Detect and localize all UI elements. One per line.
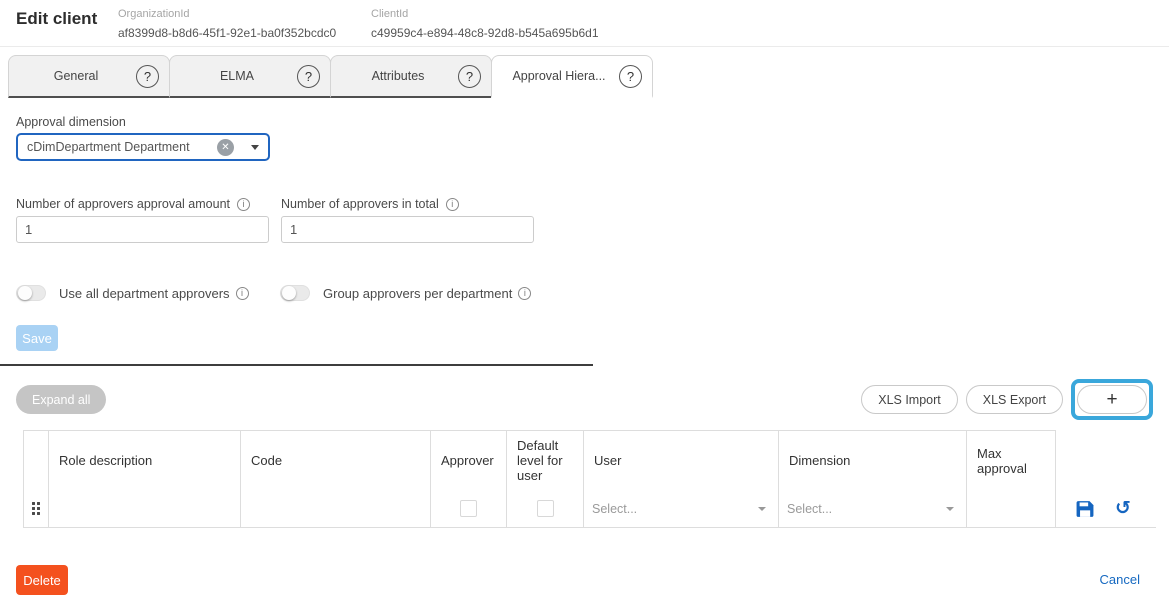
approvers-amount-label-text: Number of approvers approval amount [16,197,230,211]
user-select-placeholder: Select... [592,502,637,516]
approvers-total-label: Number of approvers in total i [281,197,534,211]
approvers-total-input[interactable] [281,216,534,243]
approvers-total-label-text: Number of approvers in total [281,197,439,211]
drag-cell [24,491,49,528]
table-toolbar: Expand all XLS Import XLS Export + [16,379,1153,420]
approval-dimension-value: cDimDepartment Department [27,140,190,154]
drag-handle-icon[interactable] [32,502,40,515]
undo-icon[interactable]: ↺ [1115,499,1131,518]
column-header-max-approval: Max approval [967,431,1056,491]
section-divider [0,364,593,366]
column-header-dimension: Dimension [779,431,967,491]
approvers-amount-field-group: Number of approvers approval amount i [16,197,269,243]
approver-cell [431,491,507,528]
clear-icon[interactable]: ✕ [217,139,234,156]
default-level-checkbox[interactable] [537,500,554,517]
info-icon[interactable]: i [446,198,459,211]
organization-id-value: af8399d8-b8d6-45f1-92e1-ba0f352bcdc0 [118,26,371,40]
organization-id-group: OrganizationId af8399d8-b8d6-45f1-92e1-b… [118,7,371,40]
chevron-down-icon [946,507,954,511]
tab-panel-approval-hierarchy: Approval dimension cDimDepartment Depart… [0,115,1169,528]
chevron-down-icon[interactable] [251,145,259,150]
tab-attributes[interactable]: Attributes ? [330,55,492,98]
approval-dimension-select[interactable]: cDimDepartment Department ✕ [16,133,270,161]
group-approvers-toggle[interactable] [280,285,310,301]
column-header-user: User [584,431,779,491]
organization-id-label: OrganizationId [118,8,371,20]
page-title: Edit client [16,7,118,29]
row-actions-cell: ↺ [1056,491,1156,528]
toolbar-right-group: XLS Import XLS Export + [861,379,1153,420]
approvers-amount-label: Number of approvers approval amount i [16,197,269,211]
max-approval-cell[interactable] [967,491,1056,528]
header-bar: Edit client OrganizationId af8399d8-b8d6… [0,0,1169,47]
add-row-button[interactable]: + [1077,385,1147,414]
tab-approval-hierarchy-label: Approval Hiera... [512,69,605,83]
expand-all-button[interactable]: Expand all [16,385,106,414]
column-header-default-level: Default level for user [507,431,584,491]
tab-general[interactable]: General ? [8,55,170,98]
info-icon[interactable]: i [518,287,531,300]
group-approvers-label: Group approvers per department i [323,286,531,301]
column-header-code: Code [241,431,431,491]
xls-import-button[interactable]: XLS Import [861,385,958,414]
use-all-approvers-toggle[interactable] [16,285,46,301]
chevron-down-icon [758,507,766,511]
cancel-link[interactable]: Cancel [1100,572,1140,587]
tab-bar: General ? ELMA ? Attributes ? Approval H… [8,55,1169,98]
client-id-label: ClientId [371,8,599,20]
info-icon[interactable]: i [236,287,249,300]
default-level-cell [507,491,584,528]
question-icon[interactable]: ? [458,65,481,88]
approvers-total-field-group: Number of approvers in total i [281,197,534,243]
toggle-knob [18,286,32,300]
edit-client-page: Edit client OrganizationId af8399d8-b8d6… [0,0,1169,609]
tab-elma[interactable]: ELMA ? [169,55,331,98]
tab-attributes-label: Attributes [372,69,425,83]
column-header-approver: Approver [431,431,507,491]
approvers-fields-row: Number of approvers approval amount i Nu… [16,197,1153,243]
use-all-approvers-label-text: Use all department approvers [59,286,230,301]
approval-dimension-label: Approval dimension [16,115,1153,129]
question-icon[interactable]: ? [136,65,159,88]
table-row: Select... Select... [24,491,1156,528]
dimension-cell: Select... [779,491,967,528]
question-icon[interactable]: ? [297,65,320,88]
save-icon [1076,500,1094,518]
column-header-role-description: Role description [49,431,241,491]
tab-approval-hierarchy[interactable]: Approval Hiera... ? [491,55,653,98]
actions-column-header [1056,431,1156,491]
group-approvers-toggle-group: Group approvers per department i [280,285,531,301]
table-header-row: Role description Code Approver Default l… [24,431,1156,491]
role-description-cell[interactable] [49,491,241,528]
user-select[interactable]: Select... [592,502,770,516]
toggle-knob [282,286,296,300]
user-cell: Select... [584,491,779,528]
code-cell[interactable] [241,491,431,528]
drag-column-header [24,431,49,491]
client-id-value: c49959c4-e894-48c8-92d8-b545a695b6d1 [371,26,599,40]
question-icon[interactable]: ? [619,65,642,88]
approval-roles-table: Role description Code Approver Default l… [23,430,1156,528]
delete-button[interactable]: Delete [16,565,68,595]
focus-highlight-box: + [1071,379,1153,420]
dimension-select-placeholder: Select... [787,502,832,516]
use-all-approvers-label: Use all department approvers i [59,286,249,301]
use-all-approvers-toggle-group: Use all department approvers i [16,285,280,301]
save-row-button[interactable] [1076,500,1094,518]
group-approvers-label-text: Group approvers per department [323,286,512,301]
client-id-group: ClientId c49959c4-e894-48c8-92d8-b545a69… [371,7,599,40]
approvers-amount-input[interactable] [16,216,269,243]
tab-elma-label: ELMA [220,69,254,83]
tab-general-label: General [54,69,98,83]
info-icon[interactable]: i [237,198,250,211]
save-button[interactable]: Save [16,325,58,351]
dimension-select[interactable]: Select... [787,502,958,516]
xls-export-button[interactable]: XLS Export [966,385,1063,414]
approver-checkbox[interactable] [460,500,477,517]
toggles-row: Use all department approvers i Group app… [16,285,1153,301]
